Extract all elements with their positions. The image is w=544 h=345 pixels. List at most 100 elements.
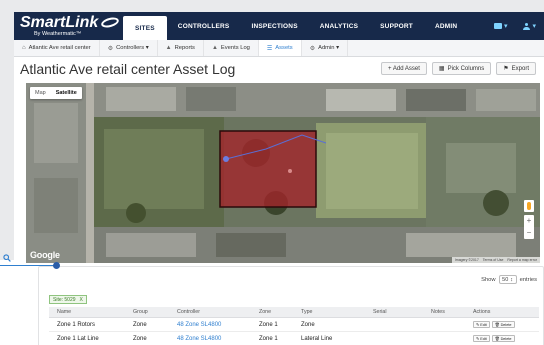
app-window: SmartLink By Weathermatic™ SITES CONTROL… bbox=[14, 12, 544, 345]
export-button[interactable]: ⚑ Export bbox=[496, 62, 536, 75]
nav-tab-sites[interactable]: SITES bbox=[123, 16, 167, 40]
main-nav-tabs: SITES CONTROLLERS INSPECTIONS ANALYTICS … bbox=[123, 12, 468, 40]
logo-smart-text: Smart bbox=[20, 14, 66, 31]
cell-actions: ✎ Edit 🗑 Delete bbox=[465, 318, 539, 331]
list-icon: ☰ bbox=[266, 45, 273, 52]
map-attribution: Imagery ©2017 Terms of Use Report a map … bbox=[451, 257, 540, 263]
table-row: Zone 1 Lat Line Zone 48 Zone SL4800 Zone… bbox=[49, 332, 539, 345]
pencil-icon: ✎ bbox=[476, 323, 480, 327]
subnav-item-controllers[interactable]: ⚙ Controllers ▾ bbox=[100, 40, 158, 56]
nav-right-tools: ▾ ▾ bbox=[493, 12, 536, 40]
export-label: Export bbox=[511, 65, 529, 72]
callout-dot bbox=[53, 262, 60, 269]
entries-per-page-select[interactable]: 50 ↕ bbox=[498, 275, 517, 284]
trash-icon: 🗑 bbox=[494, 323, 500, 327]
page-actions: + Add Asset ▦ Pick Columns ⚑ Export bbox=[381, 62, 536, 75]
subnav-label: Controllers ▾ bbox=[116, 45, 149, 51]
delete-button[interactable]: 🗑 Delete bbox=[491, 321, 515, 328]
chat-icon bbox=[493, 23, 502, 29]
site-filter-tag: Site: 5029 X bbox=[49, 295, 87, 304]
report-error-link[interactable]: Report a map error bbox=[507, 258, 537, 262]
col-header-group[interactable]: Group bbox=[125, 307, 169, 317]
cell-serial bbox=[365, 332, 423, 345]
cell-group: Zone bbox=[133, 335, 147, 342]
table-header: Name Group Controller Zone Type Serial N… bbox=[49, 307, 539, 318]
gear-icon: ⚙ bbox=[309, 45, 316, 52]
subnav-item-admin[interactable]: ⚙ Admin ▾ bbox=[302, 40, 349, 56]
site-subnav: ⌂ Atlantic Ave retail center ⚙ Controlle… bbox=[14, 40, 544, 57]
logo-swoosh-icon bbox=[100, 16, 121, 30]
subnav-label: Assets bbox=[275, 45, 293, 51]
smartlink-logo[interactable]: SmartLink By Weathermatic™ bbox=[20, 15, 132, 39]
asset-table: Name Group Controller Zone Type Serial N… bbox=[49, 307, 539, 345]
search-icon[interactable] bbox=[3, 254, 11, 262]
warning-icon: ▲ bbox=[211, 45, 218, 51]
logo-subtitle: By Weathermatic™ bbox=[34, 31, 82, 37]
cell-name: Zone 1 Lat Line bbox=[57, 335, 99, 342]
callout-line bbox=[0, 265, 56, 266]
col-header-controller[interactable]: Controller bbox=[169, 307, 251, 317]
map-type-map-button[interactable]: Map bbox=[30, 87, 51, 99]
subnav-item-events-log[interactable]: ▲ Events Log bbox=[204, 40, 259, 56]
nav-tab-analytics[interactable]: ANALYTICS bbox=[309, 12, 369, 40]
pick-columns-label: Pick Columns bbox=[447, 65, 485, 72]
pencil-icon: ✎ bbox=[476, 337, 480, 341]
nav-tab-support[interactable]: SUPPORT bbox=[369, 12, 424, 40]
imagery-credit: Imagery ©2017 bbox=[454, 258, 479, 262]
show-label: Show bbox=[481, 276, 496, 283]
subnav-label: Reports bbox=[174, 45, 195, 51]
user-menu[interactable]: ▾ bbox=[523, 22, 536, 30]
trash-icon: 🗑 bbox=[494, 337, 500, 341]
cell-type: Lateral Line bbox=[301, 335, 333, 342]
user-icon bbox=[523, 22, 531, 30]
subnav-item-site-home[interactable]: ⌂ Atlantic Ave retail center bbox=[14, 40, 100, 56]
terms-link[interactable]: Terms of Use bbox=[483, 258, 504, 262]
nav-tab-admin[interactable]: ADMIN bbox=[424, 12, 468, 40]
subnav-item-assets[interactable]: ☰ Assets bbox=[258, 40, 302, 56]
user-caret-icon: ▾ bbox=[532, 23, 536, 30]
col-header-name[interactable]: Name bbox=[49, 307, 125, 317]
cell-controller-link[interactable]: 48 Zone SL4800 bbox=[169, 332, 251, 345]
cell-name: Zone 1 Rotors bbox=[57, 321, 96, 328]
edit-button[interactable]: ✎ Edit bbox=[473, 321, 490, 328]
col-header-notes[interactable]: Notes bbox=[423, 307, 465, 317]
table-row: Zone 1 Rotors Zone 48 Zone SL4800 Zone 1… bbox=[49, 318, 539, 332]
asset-table-panel: Show 50 ↕ entries Site: 5029 X Name Grou… bbox=[38, 266, 544, 345]
page-title: Atlantic Ave retail center Asset Log bbox=[20, 61, 236, 77]
add-asset-button[interactable]: + Add Asset bbox=[381, 62, 427, 75]
site-map[interactable]: Map Satellite Google Imagery ©2017 Terms… bbox=[26, 83, 540, 263]
entries-value: 50 bbox=[502, 276, 509, 283]
subnav-label: Admin ▾ bbox=[318, 45, 340, 51]
cell-actions: ✎ Edit 🗑 Delete bbox=[465, 332, 539, 345]
add-asset-label: + Add Asset bbox=[388, 65, 420, 72]
col-header-zone[interactable]: Zone bbox=[251, 307, 293, 317]
zoom-out-button[interactable]: − bbox=[527, 229, 532, 237]
columns-icon: ▦ bbox=[438, 66, 445, 72]
cell-notes bbox=[423, 318, 465, 331]
cell-serial bbox=[365, 318, 423, 331]
cell-type: Zone bbox=[301, 321, 315, 328]
map-type-toggle: Map Satellite bbox=[30, 87, 82, 99]
nav-tab-inspections[interactable]: INSPECTIONS bbox=[240, 12, 308, 40]
gear-icon: ⚙ bbox=[107, 45, 114, 52]
entries-length-control: Show 50 ↕ entries bbox=[481, 275, 537, 284]
col-header-serial[interactable]: Serial bbox=[365, 307, 423, 317]
pick-columns-button[interactable]: ▦ Pick Columns bbox=[431, 62, 492, 75]
cell-zone: Zone 1 bbox=[259, 335, 278, 342]
col-header-type[interactable]: Type bbox=[293, 307, 365, 317]
filter-tag-label: Site: 5029 bbox=[53, 296, 76, 303]
street-view-pegman-icon[interactable] bbox=[524, 200, 534, 212]
delete-button[interactable]: 🗑 Delete bbox=[491, 335, 515, 342]
zoom-in-button[interactable]: + bbox=[527, 217, 532, 225]
edit-button[interactable]: ✎ Edit bbox=[473, 335, 490, 342]
nav-tab-controllers[interactable]: CONTROLLERS bbox=[167, 12, 241, 40]
subnav-item-reports[interactable]: ▲ Reports bbox=[158, 40, 204, 56]
cell-zone: Zone 1 bbox=[259, 321, 278, 328]
home-icon: ⌂ bbox=[22, 45, 26, 51]
chart-icon: ▲ bbox=[165, 45, 172, 51]
messages-menu[interactable]: ▾ bbox=[493, 22, 507, 30]
map-type-satellite-button[interactable]: Satellite bbox=[51, 87, 82, 99]
entries-label: entries bbox=[519, 276, 537, 283]
cell-controller-link[interactable]: 48 Zone SL4800 bbox=[169, 318, 251, 331]
filter-remove-button[interactable]: X bbox=[80, 297, 83, 303]
